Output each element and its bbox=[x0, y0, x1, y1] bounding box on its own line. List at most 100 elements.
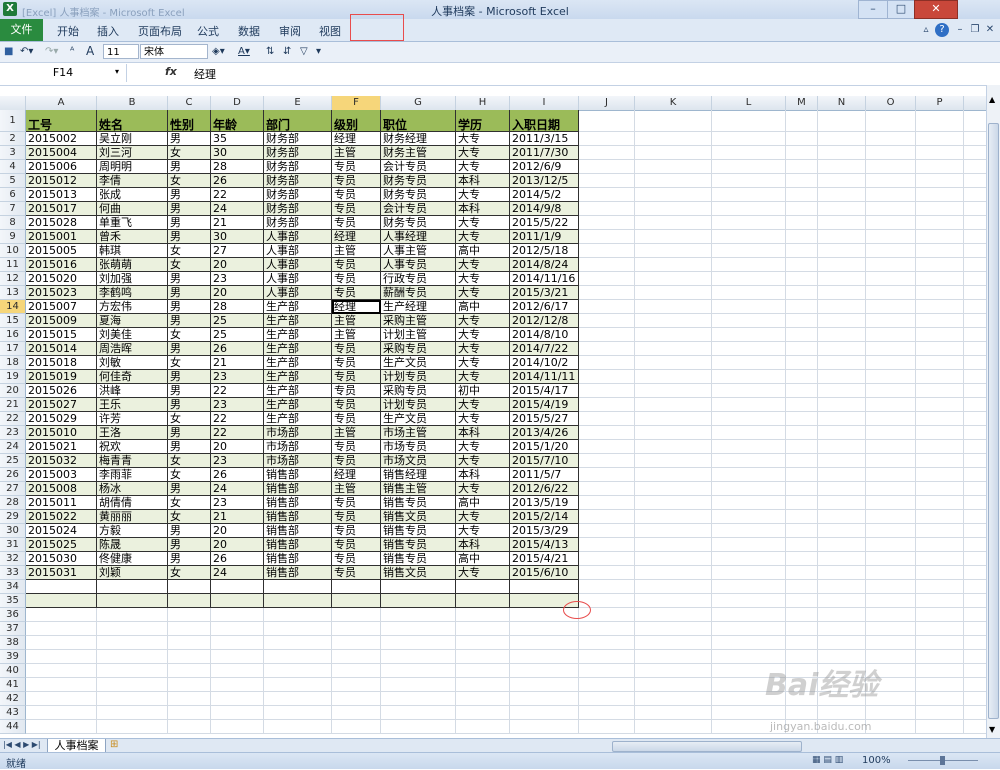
cell-d32[interactable]: 26 bbox=[211, 552, 264, 566]
cell-p26[interactable] bbox=[916, 468, 964, 482]
cell-c38[interactable] bbox=[168, 636, 211, 650]
cell-f14[interactable]: 经理 bbox=[332, 300, 381, 314]
cell-c8[interactable]: 男 bbox=[168, 216, 211, 230]
cell-d35[interactable] bbox=[211, 594, 264, 608]
cell-b11[interactable]: 张萌萌 bbox=[97, 258, 168, 272]
cell-p9[interactable] bbox=[916, 230, 964, 244]
cell-q41[interactable] bbox=[964, 678, 986, 692]
help-icon[interactable]: ? bbox=[935, 23, 949, 37]
cell-m29[interactable] bbox=[786, 510, 818, 524]
cell-f21[interactable]: 专员 bbox=[332, 398, 381, 412]
cell-h15[interactable]: 大专 bbox=[456, 314, 510, 328]
cell-i7[interactable]: 2014/9/8 bbox=[510, 202, 579, 216]
cell-i15[interactable]: 2012/12/8 bbox=[510, 314, 579, 328]
cell-d40[interactable] bbox=[211, 664, 264, 678]
cell-h14[interactable]: 高中 bbox=[456, 300, 510, 314]
cell-q20[interactable] bbox=[964, 384, 986, 398]
font-color-icon[interactable]: A▾ bbox=[238, 44, 250, 59]
cell-f39[interactable] bbox=[332, 650, 381, 664]
tab-view[interactable]: 视图 bbox=[319, 23, 341, 39]
cell-k36[interactable] bbox=[635, 608, 712, 622]
cell-g42[interactable] bbox=[381, 692, 456, 706]
cell-j4[interactable] bbox=[579, 160, 635, 174]
cell-a33[interactable]: 2015031 bbox=[26, 566, 97, 580]
cell-i32[interactable]: 2015/4/21 bbox=[510, 552, 579, 566]
cell-b12[interactable]: 刘加强 bbox=[97, 272, 168, 286]
cell-i38[interactable] bbox=[510, 636, 579, 650]
cell-k35[interactable] bbox=[635, 594, 712, 608]
cell-l11[interactable] bbox=[712, 258, 786, 272]
cell-e36[interactable] bbox=[264, 608, 332, 622]
vertical-scroll-thumb[interactable] bbox=[988, 123, 999, 719]
cell-g26[interactable]: 销售经理 bbox=[381, 468, 456, 482]
cell-q36[interactable] bbox=[964, 608, 986, 622]
filter-icon[interactable]: ▽ bbox=[300, 44, 308, 59]
cell-j12[interactable] bbox=[579, 272, 635, 286]
cell-o15[interactable] bbox=[866, 314, 916, 328]
cell-j31[interactable] bbox=[579, 538, 635, 552]
cell-f26[interactable]: 经理 bbox=[332, 468, 381, 482]
cell-d1[interactable]: 年龄 bbox=[211, 110, 264, 132]
cell-m5[interactable] bbox=[786, 174, 818, 188]
cell-b38[interactable] bbox=[97, 636, 168, 650]
cell-o43[interactable] bbox=[866, 706, 916, 720]
cell-d19[interactable]: 23 bbox=[211, 370, 264, 384]
cell-n14[interactable] bbox=[818, 300, 866, 314]
cell-c42[interactable] bbox=[168, 692, 211, 706]
cell-m13[interactable] bbox=[786, 286, 818, 300]
sheet-tab[interactable]: 人事档案 bbox=[47, 739, 106, 753]
cell-j41[interactable] bbox=[579, 678, 635, 692]
cell-a22[interactable]: 2015029 bbox=[26, 412, 97, 426]
formula-input[interactable]: 经理 bbox=[194, 66, 216, 82]
cell-e20[interactable]: 生产部 bbox=[264, 384, 332, 398]
cell-f28[interactable]: 专员 bbox=[332, 496, 381, 510]
vertical-scrollbar[interactable]: ▲ ▼ bbox=[986, 85, 1000, 738]
cell-m1[interactable] bbox=[786, 110, 818, 132]
cell-i9[interactable]: 2011/1/9 bbox=[510, 230, 579, 244]
cell-j21[interactable] bbox=[579, 398, 635, 412]
cell-q32[interactable] bbox=[964, 552, 986, 566]
cell-a12[interactable]: 2015020 bbox=[26, 272, 97, 286]
cell-f36[interactable] bbox=[332, 608, 381, 622]
cell-i21[interactable]: 2015/4/19 bbox=[510, 398, 579, 412]
cell-f18[interactable]: 专员 bbox=[332, 356, 381, 370]
cell-a43[interactable] bbox=[26, 706, 97, 720]
cell-p37[interactable] bbox=[916, 622, 964, 636]
cell-b29[interactable]: 黄丽丽 bbox=[97, 510, 168, 524]
column-header-p[interactable]: P bbox=[916, 96, 964, 110]
cell-l24[interactable] bbox=[712, 440, 786, 454]
cell-f16[interactable]: 主管 bbox=[332, 328, 381, 342]
cell-i14[interactable]: 2012/6/17 bbox=[510, 300, 579, 314]
cell-d33[interactable]: 24 bbox=[211, 566, 264, 580]
cell-p39[interactable] bbox=[916, 650, 964, 664]
cell-k37[interactable] bbox=[635, 622, 712, 636]
cell-k23[interactable] bbox=[635, 426, 712, 440]
cell-k6[interactable] bbox=[635, 188, 712, 202]
cell-a30[interactable]: 2015024 bbox=[26, 524, 97, 538]
cell-d11[interactable]: 20 bbox=[211, 258, 264, 272]
cell-d41[interactable] bbox=[211, 678, 264, 692]
cell-q31[interactable] bbox=[964, 538, 986, 552]
cell-g15[interactable]: 采购主管 bbox=[381, 314, 456, 328]
cell-g19[interactable]: 计划专员 bbox=[381, 370, 456, 384]
cell-m20[interactable] bbox=[786, 384, 818, 398]
cell-d4[interactable]: 28 bbox=[211, 160, 264, 174]
cell-d37[interactable] bbox=[211, 622, 264, 636]
cell-c30[interactable]: 男 bbox=[168, 524, 211, 538]
cell-d36[interactable] bbox=[211, 608, 264, 622]
cell-q5[interactable] bbox=[964, 174, 986, 188]
cell-n30[interactable] bbox=[818, 524, 866, 538]
cell-l20[interactable] bbox=[712, 384, 786, 398]
cell-b42[interactable] bbox=[97, 692, 168, 706]
cell-m24[interactable] bbox=[786, 440, 818, 454]
cell-l29[interactable] bbox=[712, 510, 786, 524]
cell-d20[interactable]: 22 bbox=[211, 384, 264, 398]
cell-j11[interactable] bbox=[579, 258, 635, 272]
column-header-a[interactable]: A bbox=[26, 96, 97, 110]
toolbar-overflow-icon[interactable]: ▾ bbox=[316, 44, 321, 59]
column-header-n[interactable]: N bbox=[818, 96, 866, 110]
cell-k2[interactable] bbox=[635, 132, 712, 146]
cell-l4[interactable] bbox=[712, 160, 786, 174]
cell-c9[interactable]: 男 bbox=[168, 230, 211, 244]
cell-e27[interactable]: 销售部 bbox=[264, 482, 332, 496]
